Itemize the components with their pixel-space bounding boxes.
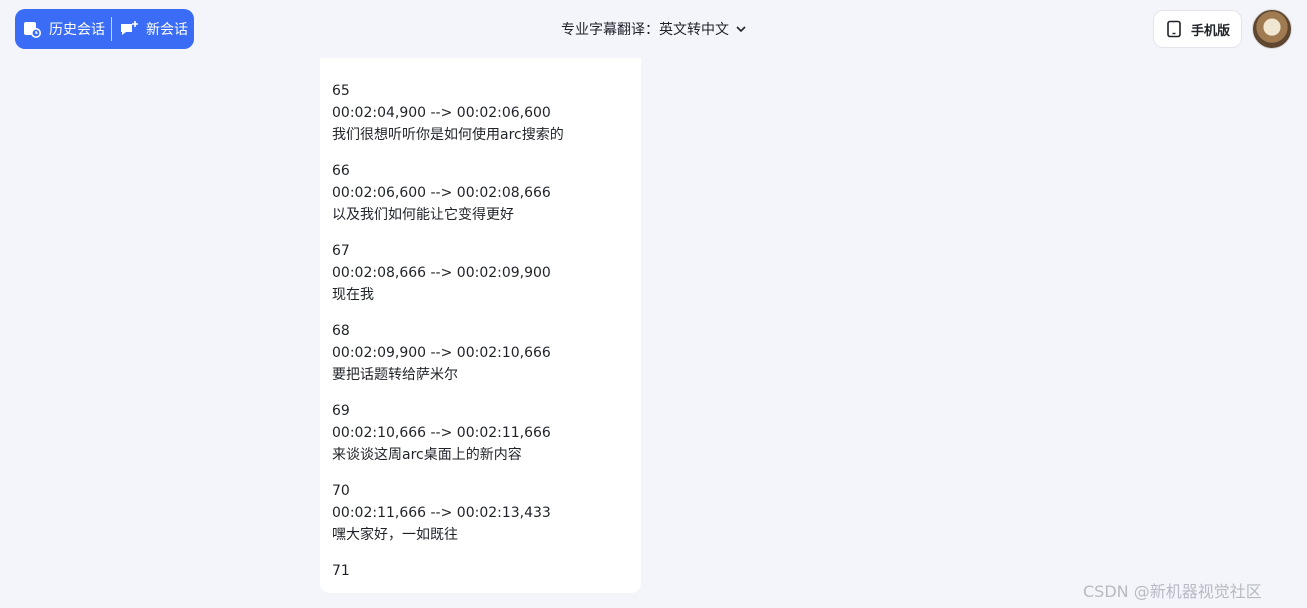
new-chat-button[interactable]: 新会话 <box>112 9 188 49</box>
mobile-version-button[interactable]: 手机版 <box>1153 10 1242 48</box>
subtitle-entry: 69 00:02:10,666 --> 00:02:11,666 来谈谈这周arc桌… <box>332 400 631 466</box>
subtitle-index: 70 <box>332 483 350 499</box>
subtitle-entry: 66 00:02:06,600 --> 00:02:08,666 以及我们如何能让它… <box>332 160 631 226</box>
subtitle-index: 66 <box>332 163 350 179</box>
avatar[interactable] <box>1252 9 1292 49</box>
subtitle-text: 以及我们如何能让它变得更好 <box>332 207 514 223</box>
subtitle-time: 00:02:11,666 --> 00:02:13,433 <box>332 505 551 521</box>
subtitle-list: 65 00:02:04,900 --> 00:02:06,600 我们很想听听你是如… <box>332 80 631 593</box>
subtitle-index: 65 <box>332 83 350 99</box>
chevron-down-icon <box>735 23 747 35</box>
subtitle-index: 71 <box>332 563 350 579</box>
subtitle-text: 来谈谈这周arc桌面上的新内容 <box>332 447 522 463</box>
subtitle-time: 00:02:09,900 --> 00:02:10,666 <box>332 345 551 361</box>
subtitle-text: 现在我 <box>332 287 374 303</box>
subtitle-entry: 65 00:02:04,900 --> 00:02:06,600 我们很想听听你是如… <box>332 80 631 146</box>
new-chat-label: 新会话 <box>146 22 188 38</box>
subtitle-index: 68 <box>332 323 350 339</box>
subtitle-entry: 67 00:02:08,666 --> 00:02:09,900 现在我 <box>332 240 631 306</box>
watermark: CSDN @新机器视觉社区 <box>1083 582 1262 601</box>
subtitle-time: 00:02:04,900 --> 00:02:06,600 <box>332 105 551 121</box>
top-bar: 历史会话 新会话 专业字幕翻译：英文转中文 手机版 <box>0 0 1307 58</box>
subtitle-text: 要把话题转给萨米尔 <box>332 367 458 383</box>
subtitle-time: 00:02:10,666 --> 00:02:11,666 <box>332 425 551 441</box>
subtitle-entry: 70 00:02:11,666 --> 00:02:13,433 嘿大家好，一如既往 <box>332 480 631 546</box>
subtitle-text: 嘿大家好，一如既往 <box>332 527 458 543</box>
history-button[interactable]: 历史会话 <box>15 9 111 49</box>
mobile-label: 手机版 <box>1190 23 1230 39</box>
session-pill: 历史会话 新会话 <box>15 9 194 49</box>
subtitle-text: 我们很想听听你是如何使用arc搜索的 <box>332 127 564 143</box>
subtitle-time: 00:02:06,600 --> 00:02:08,666 <box>332 185 551 201</box>
subtitle-entry: 68 00:02:09,900 --> 00:02:10,666 要把话题转给萨米尔 <box>332 320 631 386</box>
history-icon <box>21 18 43 40</box>
subtitle-index: 69 <box>332 403 350 419</box>
conversation-title-dropdown[interactable]: 专业字幕翻译：英文转中文 <box>561 19 747 39</box>
conversation-title: 专业字幕翻译：英文转中文 <box>561 22 729 38</box>
new-chat-icon <box>118 18 140 40</box>
subtitle-card: 65 00:02:04,900 --> 00:02:06,600 我们很想听听你是如… <box>320 40 641 593</box>
subtitle-time: 00:02:08,666 --> 00:02:09,900 <box>332 265 551 281</box>
tablet-icon <box>1165 20 1183 38</box>
history-label: 历史会话 <box>49 22 105 38</box>
subtitle-index: 67 <box>332 243 350 259</box>
subtitle-entry: 71 <box>332 560 631 582</box>
